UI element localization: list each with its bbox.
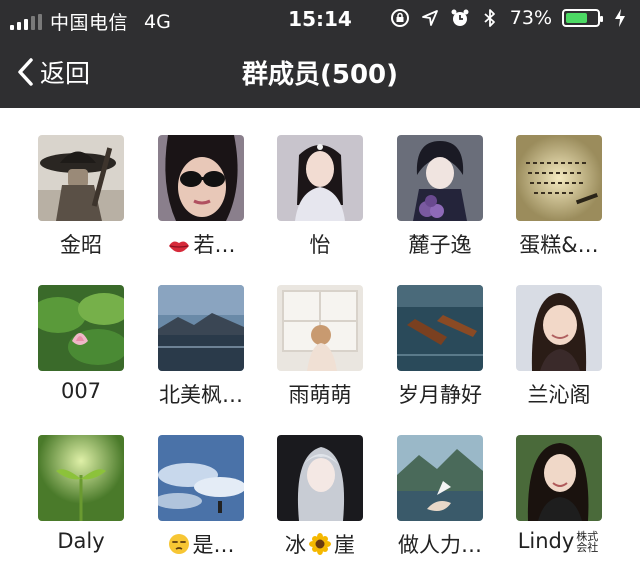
battery-icon (562, 9, 603, 27)
lips-emoji-icon (167, 236, 191, 260)
member-name: 兰沁阁 (527, 383, 591, 407)
bluetooth-icon (480, 8, 500, 28)
member-name: 北美枫… (159, 383, 243, 407)
member-name: 麓子逸 (408, 233, 472, 257)
navigation-bar: 返回 群成员(500) (0, 36, 640, 108)
avatar (158, 135, 244, 221)
avatar (38, 135, 124, 221)
member-name: Lindy 株式会社 (517, 529, 599, 553)
member-item[interactable]: 雨萌萌 (260, 285, 380, 409)
avatar (277, 435, 363, 521)
member-item[interactable]: 兰沁阁 (499, 285, 619, 409)
member-name: 金昭 (60, 233, 102, 257)
status-bar: 中国电信 4G 15:14 73% (0, 0, 640, 36)
member-grid: 金昭 若… 怡 麓子逸 蛋糕&… 007 北美枫… 雨萌萌 岁月静好 兰沁阁 D… (0, 108, 640, 580)
member-name: 蛋糕&… (519, 233, 599, 257)
avatar (158, 285, 244, 371)
avatar (397, 285, 483, 371)
avatar (158, 435, 244, 521)
member-name: 若… (141, 229, 261, 260)
member-name: 冰崖 (260, 529, 380, 560)
member-item[interactable]: Lindy 株式会社 (499, 435, 619, 553)
header: 中国电信 4G 15:14 73% 返回 群成员(500) (0, 0, 640, 108)
avatar (38, 435, 124, 521)
member-item[interactable]: 若… (141, 135, 261, 260)
rotation-lock-icon (390, 8, 410, 28)
page-title: 群成员(500) (241, 60, 399, 90)
member-name: 是… (141, 529, 261, 560)
member-name: 007 (60, 379, 102, 403)
member-item[interactable]: 是… (141, 435, 261, 560)
alarm-icon (450, 8, 470, 28)
member-item[interactable]: 金昭 (21, 135, 141, 259)
avatar (397, 135, 483, 221)
member-item[interactable]: 怡 (260, 135, 380, 259)
member-item[interactable]: 冰崖 (260, 435, 380, 560)
member-name: 做人力… (398, 533, 482, 557)
unamused-emoji-icon (168, 533, 190, 560)
member-item[interactable]: Daly (21, 435, 141, 553)
member-name: 怡 (309, 233, 331, 257)
sunflower-emoji-icon (309, 533, 331, 560)
avatar (516, 435, 602, 521)
member-item[interactable]: 007 (21, 285, 141, 403)
member-item[interactable]: 北美枫… (141, 285, 261, 409)
charging-icon (610, 8, 630, 28)
company-tag: 株式会社 (576, 530, 599, 553)
member-item[interactable]: 蛋糕&… (499, 135, 619, 259)
avatar (277, 285, 363, 371)
member-item[interactable]: 岁月静好 (380, 285, 500, 409)
avatar (397, 435, 483, 521)
avatar (38, 285, 124, 371)
member-name: 雨萌萌 (288, 383, 352, 407)
member-item[interactable]: 麓子逸 (380, 135, 500, 259)
battery-percent: 73% (509, 7, 552, 29)
member-name: Daly (57, 529, 105, 553)
member-name: 岁月静好 (398, 383, 482, 407)
avatar (277, 135, 363, 221)
location-icon (420, 8, 440, 28)
avatar (516, 285, 602, 371)
avatar (516, 135, 602, 221)
member-item[interactable]: 做人力… (380, 435, 500, 559)
